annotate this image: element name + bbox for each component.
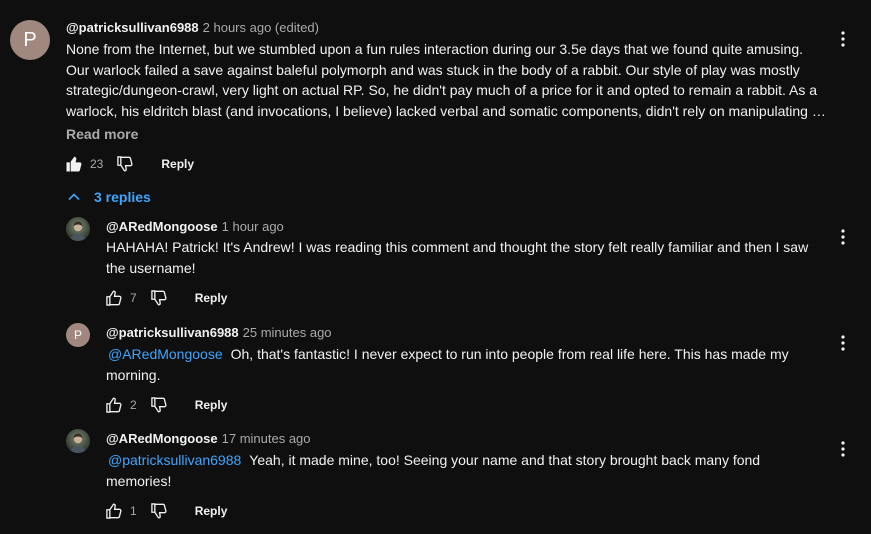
comment-text-line: @ARedMongoose Oh, that's fantastic! I nev… — [106, 344, 826, 365]
like-count: 2 — [130, 398, 137, 412]
comment-time[interactable]: 25 minutes ago — [243, 325, 332, 340]
reply-button[interactable]: Reply — [161, 157, 194, 171]
comment-text-line: HAHAHA! Patrick! It's Andrew! I was read… — [106, 239, 809, 255]
comment-text-line: warlock, his eldritch blast (and invocat… — [66, 102, 826, 119]
comment-actions: 7 Reply — [104, 288, 227, 308]
comment-actions: 2 Reply — [104, 395, 227, 415]
comment-text: None from the Internet, but we stumbled … — [66, 39, 826, 121]
more-vert-icon[interactable] — [833, 27, 853, 51]
like-count: 7 — [130, 291, 137, 305]
reply-button[interactable]: Reply — [195, 398, 228, 412]
replies-count-label: 3 replies — [94, 189, 151, 205]
comment-author[interactable]: @ARedMongoose — [106, 219, 218, 234]
comment-text-line: strategic/dungeon-crawl, very light on a… — [66, 82, 818, 98]
comment-text: @ARedMongoose Oh, that's fantastic! I nev… — [106, 344, 826, 385]
comment-header: @patricksullivan6988 25 minutes ago — [106, 325, 332, 340]
comment-author[interactable]: @patricksullivan6988 — [106, 325, 239, 340]
comment-text-line: the username! — [106, 259, 196, 276]
avatar[interactable]: P — [10, 20, 50, 60]
thumbs-up-icon[interactable] — [104, 501, 124, 521]
avatar[interactable] — [66, 429, 90, 453]
avatar[interactable] — [66, 217, 90, 241]
more-vert-icon[interactable] — [833, 331, 853, 355]
comment-header: @patricksullivan6988 2 hours ago (edited) — [66, 20, 319, 35]
comment-time[interactable]: 1 hour ago — [222, 219, 284, 234]
comment-actions: 23 Reply — [64, 154, 194, 174]
comment-text-line: @patricksullivan6988 Yeah, it made mine, … — [106, 450, 826, 471]
avatar[interactable]: P — [66, 323, 90, 347]
replies-toggle-button[interactable]: 3 replies — [66, 189, 151, 205]
thumbs-up-icon[interactable] — [64, 154, 84, 174]
avatar-photo-icon — [70, 221, 86, 241]
comment-author[interactable]: @patricksullivan6988 — [66, 20, 199, 35]
comment-header: @ARedMongoose 1 hour ago — [106, 219, 284, 234]
thumbs-down-icon[interactable] — [115, 154, 135, 174]
comment-text-segment: Oh, that's fantastic! I never expect to … — [230, 346, 789, 362]
thumbs-down-icon[interactable] — [149, 395, 169, 415]
thumbs-down-icon[interactable] — [149, 501, 169, 521]
mention-link[interactable]: @ARedMongoose — [108, 346, 223, 362]
thumbs-down-icon[interactable] — [149, 288, 169, 308]
mention-link[interactable]: @patricksullivan6988 — [108, 452, 241, 468]
comment-text-line: memories! — [106, 472, 172, 489]
thumbs-up-icon[interactable] — [104, 288, 124, 308]
more-vert-icon[interactable] — [833, 437, 853, 461]
reply-button[interactable]: Reply — [195, 291, 228, 305]
thumbs-up-icon[interactable] — [104, 395, 124, 415]
comment-time[interactable]: 17 minutes ago — [222, 431, 311, 446]
comment-text: HAHAHA! Patrick! It's Andrew! I was read… — [106, 237, 826, 278]
comment-author[interactable]: @ARedMongoose — [106, 431, 218, 446]
more-vert-icon[interactable] — [833, 225, 853, 249]
avatar-photo-icon — [70, 433, 86, 453]
comment-time[interactable]: 2 hours ago (edited) — [203, 20, 319, 35]
comment-text: @patricksullivan6988 Yeah, it made mine, … — [106, 450, 826, 491]
like-count: 1 — [130, 504, 137, 518]
comment-text-segment: Yeah, it made mine, too! Seeing your nam… — [249, 452, 761, 468]
comment-header: @ARedMongoose 17 minutes ago — [106, 431, 311, 446]
read-more-button[interactable]: Read more — [66, 126, 138, 142]
like-count: 23 — [90, 157, 104, 171]
comment-text-line: Our warlock failed a save against balefu… — [66, 61, 800, 78]
avatar-letter: P — [23, 28, 37, 51]
comment-text-line: morning. — [106, 366, 161, 383]
chevron-up-icon — [68, 193, 80, 201]
comment-actions: 1 Reply — [104, 501, 227, 521]
reply-button[interactable]: Reply — [195, 504, 228, 518]
comment-text-line: None from the Internet, but we stumbled … — [66, 41, 804, 57]
avatar-letter: P — [73, 328, 82, 342]
